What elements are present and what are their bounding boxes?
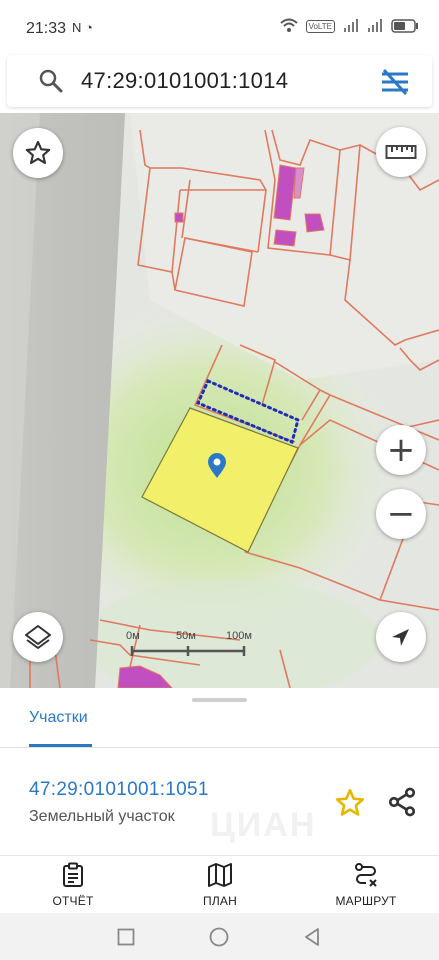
home-icon[interactable] [209,927,229,947]
network-badge: VoLTE [305,19,335,33]
minus-icon: − [386,494,416,534]
back-icon[interactable] [303,927,321,947]
favorite-star-icon[interactable] [334,787,366,819]
filter-off-icon[interactable] [379,68,411,96]
search-input[interactable]: 47:29:0101001:1014 [81,68,288,94]
locate-button[interactable] [376,612,426,662]
status-bar: 21:33 N ◔ VoLTE [0,0,439,56]
route-icon [355,863,377,887]
system-nav-bar [0,913,439,960]
tab-parcels[interactable]: Участки [29,709,88,727]
ruler-button[interactable] [376,127,426,177]
battery-icon [391,19,418,33]
nav-report[interactable]: ОТЧЁТ [23,862,123,908]
scale-label-50: 50м [176,630,196,642]
navigation-arrow-icon [392,629,409,646]
favorite-map-button[interactable] [13,128,63,178]
scale-label-100: 100м [226,630,252,642]
share-icon[interactable] [386,786,418,818]
nav-report-label: ОТЧЁТ [52,894,94,908]
signal-icon [344,19,358,32]
tab-divider [0,747,439,748]
signal-icon [368,19,382,32]
search-icon[interactable] [38,68,64,94]
scale-label-0: 0м [126,630,140,642]
watermark: ЦИАН [210,806,317,844]
bottom-nav: ОТЧЁТ ПЛАН МАРШРУТ [0,855,439,913]
recent-apps-icon[interactable] [117,928,135,946]
layers-button[interactable] [13,612,63,662]
nav-plan-label: ПЛАН [203,894,237,908]
zoom-out-button[interactable]: − [376,489,426,539]
ruler-icon [385,145,417,159]
status-time: 21:33 [26,20,67,37]
clipboard-icon [63,862,83,887]
plus-icon: + [386,430,416,470]
map-canvas[interactable] [0,113,439,688]
parcel-type: Земельный участок [29,808,175,825]
nav-route[interactable]: МАРШРУТ [316,862,416,908]
cadastral-map[interactable]: 0м 50м 100м [0,113,439,688]
parcel-number[interactable]: 47:29:0101001:1051 [29,779,209,801]
star-outline-icon [25,140,51,165]
search-bar[interactable]: 47:29:0101001:1014 [7,55,432,107]
zoom-in-button[interactable]: + [376,425,426,475]
layers-icon [25,625,51,649]
map-icon [208,863,232,887]
nav-route-label: МАРШРУТ [335,894,397,908]
nav-plan[interactable]: ПЛАН [170,862,270,908]
notification-icons: N ◔ [72,20,93,35]
sheet-drag-handle[interactable] [192,698,247,702]
wifi-icon [279,18,298,32]
status-icons: VoLTE [279,18,419,34]
scale-bar-line [130,646,246,656]
map-scale: 0м 50м 100м [126,630,256,662]
